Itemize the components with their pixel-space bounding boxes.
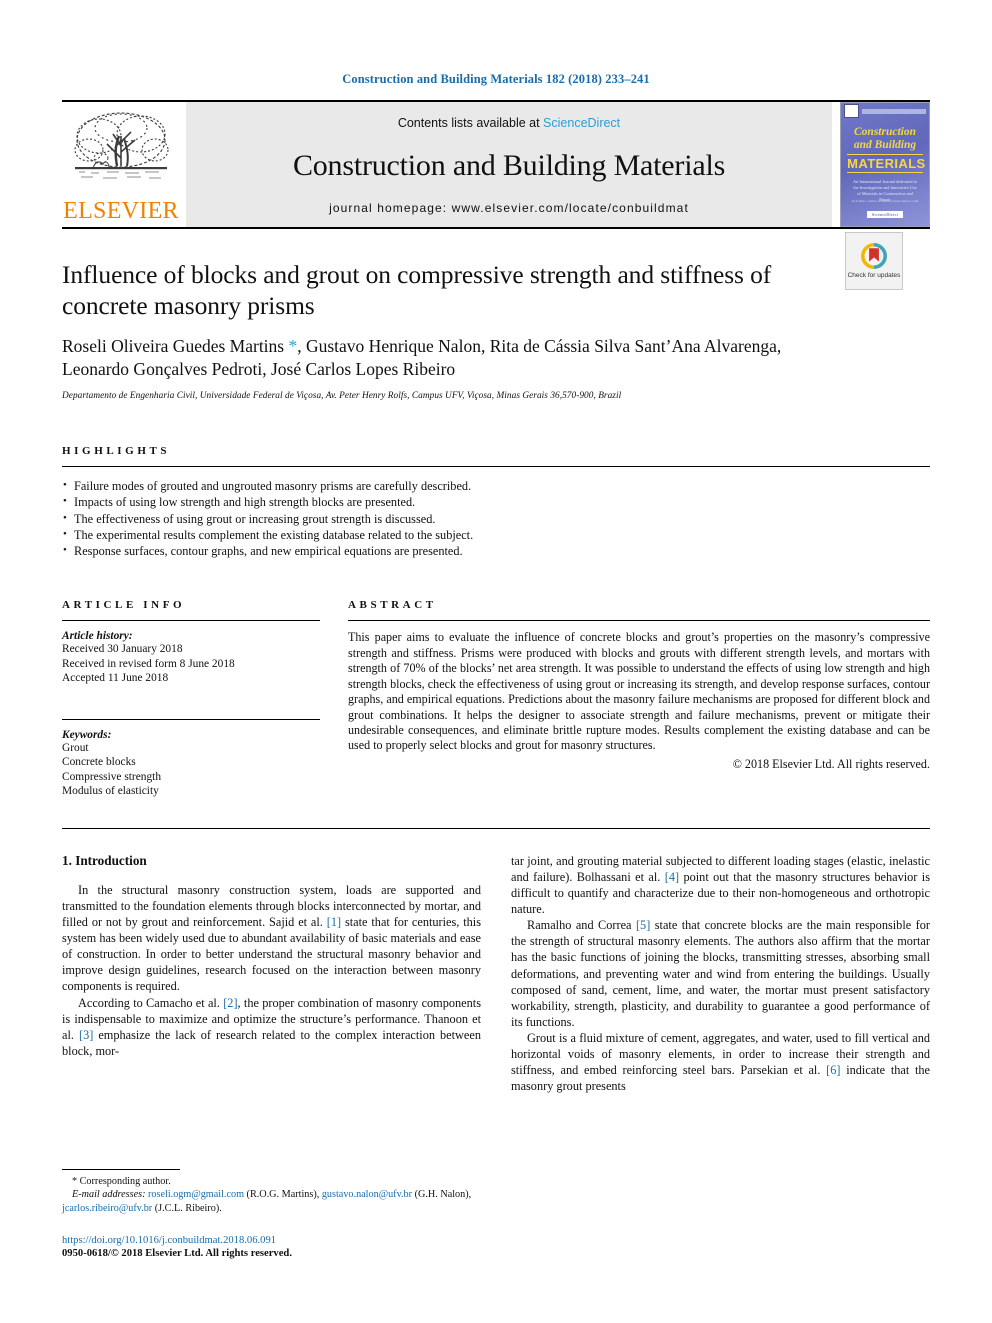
elsevier-wordmark: ELSEVIER [63,198,179,224]
cover-footer: Available online at www.sciencedirect.co… [841,199,929,221]
email-link-3[interactable]: jcarlos.ribeiro@ufv.br [62,1203,152,1214]
cover-badge-icon [844,104,859,118]
cover-title-line3: MATERIALS [847,154,926,173]
email-link-2[interactable]: gustavo.nalon@ufv.br [322,1189,412,1200]
paragraph: According to Camacho et al. [2], the pro… [62,995,481,1059]
citation-ref[interactable]: [5] [636,918,650,932]
journal-masthead: ELSEVIER Contents lists available at Sci… [62,100,930,227]
paragraph: tar joint, and grouting material subject… [511,853,930,917]
journal-title: Construction and Building Materials [292,148,726,182]
paragraph-text: Grout is a fluid mixture of cement, aggr… [511,1030,931,1094]
list-item: The effectiveness of using grout or incr… [62,510,930,527]
page-title: Influence of blocks and grout on compres… [62,260,772,320]
affiliation: Departamento de Engenharia Civil, Univer… [62,391,622,401]
footnote-area: * Corresponding author. E-mail addresses… [62,1169,481,1261]
crossmark-badge[interactable]: Check for updates [845,232,903,290]
title-block: Check for updates Influence of blocks an… [62,229,930,401]
footnote-rule [62,1169,180,1171]
body-left-column: 1. Introduction In the structural masonr… [62,853,481,1094]
corresponding-author-note: * Corresponding author. [72,1176,171,1188]
history-revised: Received in revised form 8 June 2018 [62,657,235,670]
paragraph-text: According to Camacho et al. [2], the pro… [62,995,481,1058]
list-item: Response surfaces, contour graphs, and n… [62,542,930,559]
cover-title-line1: Construction [854,126,916,138]
abstract-column: ABSTRACT This paper aims to evaluate the… [348,599,930,797]
history-accepted: Accepted 11 June 2018 [62,671,169,684]
email-addresses-note: E-mail addresses: roseli.ogm@gmail.com (… [62,1188,481,1214]
section-title-introduction: 1. Introduction [62,852,147,868]
abstract-heading: ABSTRACT [348,599,437,612]
keyword-item: Compressive strength [62,770,162,783]
paragraph-text: Ramalho and Correa [5] state that concre… [511,918,930,1029]
cover-title-line2: and Building [853,139,917,151]
running-head: Construction and Building Materials 182 … [342,72,650,86]
article-history-label: Article history: [62,630,133,643]
article-history-block: Article history: Received 30 January 201… [62,621,320,685]
article-info-heading: ARTICLE INFO [62,599,186,612]
contents-available-line: Contents lists available at ScienceDirec… [398,116,620,130]
info-abstract-section: ARTICLE INFO Article history: Received 3… [62,599,930,797]
elsevier-logo: ELSEVIER [62,102,180,227]
author-names: Roseli Oliveira Guedes Martins *, Gustav… [62,336,782,379]
issn-copyright-line: 0950-0618/© 2018 Elsevier Ltd. All right… [62,1248,292,1260]
doi-link[interactable]: https://doi.org/10.1016/j.conbuildmat.20… [62,1234,481,1248]
corresponding-author-marker: * [288,336,298,356]
email-link-1[interactable]: roseli.ogm@gmail.com [148,1189,244,1200]
body-columns: 1. Introduction In the structural masonr… [62,853,930,1094]
citation-ref[interactable]: [2] [223,996,237,1010]
citation-ref[interactable]: [6] [826,1063,840,1077]
list-item: Impacts of using low strength and high s… [62,493,930,510]
citation-ref[interactable]: [4] [665,870,679,884]
paragraph-text: tar joint, and grouting material subject… [511,853,930,917]
email-label: E-mail addresses: [72,1189,146,1201]
highlights-heading: HIGHLIGHTS [62,445,171,457]
journal-banner: Contents lists available at ScienceDirec… [186,102,832,227]
history-received: Received 30 January 2018 [62,643,183,656]
body-right-column: tar joint, and grouting material subject… [511,853,930,1094]
contents-prefix: Contents lists available at [397,116,544,130]
email-owner-1: (R.O.G. Martins), [244,1189,322,1201]
paragraph: Grout is a fluid mixture of cement, aggr… [511,1030,930,1094]
doi-block: https://doi.org/10.1016/j.conbuildmat.20… [62,1234,481,1261]
email-owner-3: (J.C.L. Ribeiro). [152,1202,222,1214]
highlights-section: HIGHLIGHTS Failure modes of grouted and … [62,445,930,559]
keyword-item: Concrete blocks [62,756,136,769]
article-info-column: ARTICLE INFO Article history: Received 3… [62,599,320,797]
body-top-rule [62,827,930,829]
author-list: Roseli Oliveira Guedes Martins *, Gustav… [62,335,852,381]
cover-topbar [841,103,929,119]
cover-footer-box: ScienceDirect [866,211,904,218]
keywords-block: Keywords: Grout Concrete blocks Compress… [62,720,320,798]
email-owner-2: (G.H. Nalon), [412,1189,472,1201]
keywords-label: Keywords: [62,729,112,742]
paragraph-text: In the structural masonry construction s… [62,882,481,994]
abstract-copyright: © 2018 Elsevier Ltd. All rights reserved… [732,756,930,771]
journal-homepage-link[interactable]: journal homepage: www.elsevier.com/locat… [329,201,689,215]
journal-cover-thumbnail[interactable]: Construction and Building MATERIALS An I… [840,102,930,227]
citation-ref[interactable]: [3] [79,1028,93,1042]
citation-ref[interactable]: [1] [327,915,341,929]
paragraph: Ramalho and Correa [5] state that concre… [511,917,930,1030]
cover-rule [862,108,926,114]
keyword-item: Modulus of elasticity [62,784,159,797]
elsevier-tree-icon [74,112,169,179]
abstract-text: This paper aims to evaluate the influenc… [348,630,930,753]
highlights-list: Failure modes of grouted and ungrouted m… [62,467,930,559]
sciencedirect-link[interactable]: ScienceDirect [543,116,620,130]
paper-page: Construction and Building Materials 182 … [0,0,992,1323]
list-item: Failure modes of grouted and ungrouted m… [62,477,930,494]
crossmark-label: Check for updates [847,272,901,280]
list-item: The experimental results complement the … [62,526,930,543]
paragraph: In the structural masonry construction s… [62,882,481,995]
crossmark-icon [861,243,887,270]
keyword-item: Grout [62,742,89,755]
cover-footer-line: Available online at www.sciencedirect.co… [851,199,919,203]
